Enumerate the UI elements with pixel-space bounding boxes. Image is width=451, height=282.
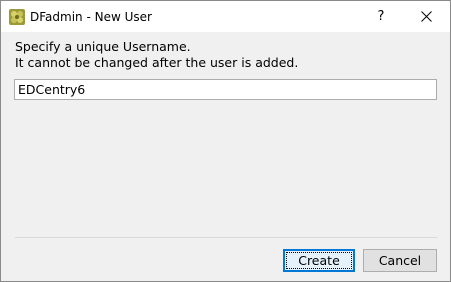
new-user-dialog: DFadmin - New User ? Specify a unique Us…: [0, 0, 451, 282]
help-button[interactable]: ?: [358, 1, 404, 32]
close-icon: [421, 11, 432, 22]
window-title: DFadmin - New User: [30, 10, 152, 24]
username-input[interactable]: [14, 79, 437, 100]
close-button[interactable]: [404, 1, 450, 32]
cancel-button[interactable]: Cancel: [363, 249, 437, 272]
dfadmin-app-icon: [9, 9, 25, 25]
instruction-line-1: Specify a unique Username.: [15, 39, 191, 54]
instruction-line-2: It cannot be changed after the user is a…: [15, 55, 299, 70]
title-bar[interactable]: DFadmin - New User ?: [1, 1, 450, 32]
focus-rectangle: [286, 252, 352, 269]
create-button[interactable]: Create: [283, 249, 355, 272]
button-divider: [15, 237, 437, 238]
